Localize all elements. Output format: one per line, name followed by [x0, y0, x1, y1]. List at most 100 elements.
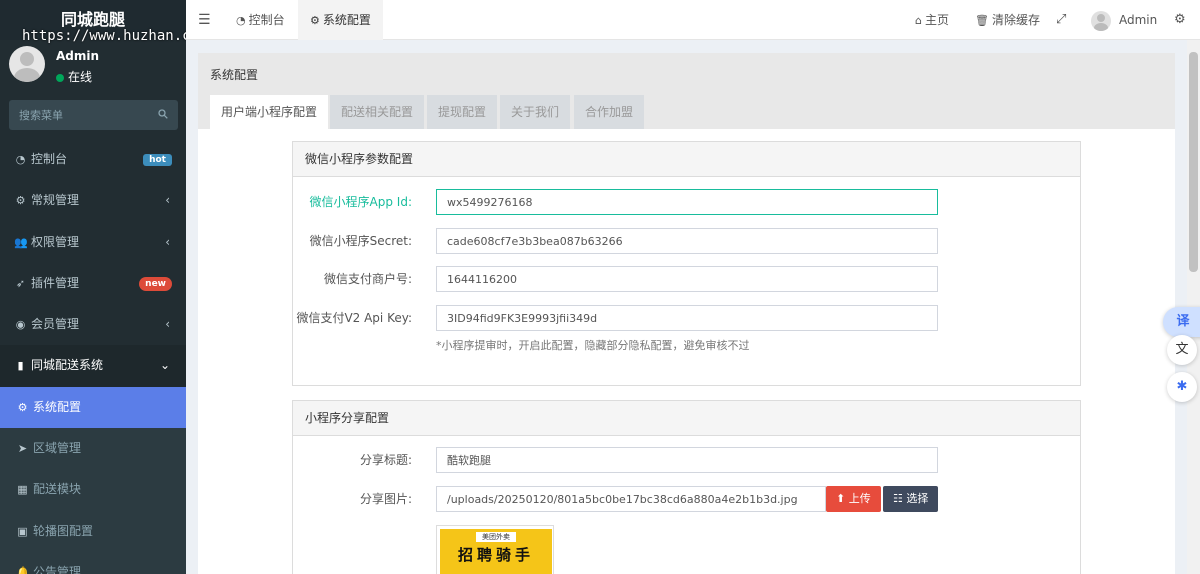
tab-delivery-config[interactable]: 配送相关配置 — [330, 95, 425, 129]
sidebar-item-plugins[interactable]: ➶ 插件管理 new — [0, 263, 186, 304]
preview-logo: 美团外卖 — [476, 532, 516, 542]
upload-button[interactable]: ⬆ 上传 — [826, 486, 881, 512]
dashboard-icon: ◔ — [15, 153, 26, 166]
main-content: 系统配置 用户端小程序配置 配送相关配置 提现配置 关于我们 合作加盟 微信小程… — [198, 53, 1175, 574]
hot-badge: hot — [143, 154, 172, 166]
rocket-icon: ➶ — [15, 276, 26, 290]
clear-cache-button[interactable]: 🗑 清除缓存 — [975, 0, 1040, 40]
upload-label: 上传 — [848, 492, 871, 505]
menu-label: 插件管理 — [31, 275, 80, 290]
tab-system-config[interactable]: ⚙ 系统配置 — [298, 0, 383, 40]
share-config-panel: 小程序分享配置 分享标题: 分享图片: ⬆ 上传 ☷ 选择 美团外卖 招聘骑手 — [292, 400, 1081, 574]
cogs-icon: ⚙ — [15, 194, 26, 208]
chevron-left-icon: ‹ — [165, 193, 170, 208]
sidebar-item-delivery-system[interactable]: ▮ 同城配送系统 ⌄ — [0, 345, 186, 387]
cogs-icon: ⚙ — [17, 400, 28, 414]
user-menu[interactable]: Admin — [1091, 0, 1157, 40]
tab-miniapp-config[interactable]: 用户端小程序配置 — [210, 95, 329, 129]
bars-icon: ☰ — [198, 12, 211, 28]
expand-icon: ⤢ — [1056, 12, 1067, 27]
secret-label: 微信小程序Secret: — [309, 234, 412, 248]
search-icon[interactable] — [158, 109, 168, 119]
tab-partnership[interactable]: 合作加盟 — [574, 95, 645, 129]
sidebar-item-members[interactable]: ◉ 会员管理 ‹ — [0, 304, 186, 345]
api-key-label: 微信支付V2 Api Key: — [296, 311, 412, 325]
menu-label: 权限管理 — [31, 234, 80, 249]
appid-input[interactable] — [436, 189, 938, 215]
chevron-left-icon: ‹ — [165, 317, 170, 332]
chevron-down-icon: ⌄ — [159, 358, 170, 373]
status-label: 在线 — [68, 70, 93, 84]
select-label: 选择 — [906, 492, 929, 505]
preview-text: 招聘骑手 — [457, 546, 534, 564]
menu-label: 配送模块 — [33, 482, 82, 497]
sidebar-item-system-config[interactable]: ⚙ 系统配置 — [0, 386, 186, 429]
menu-label: 公告管理 — [33, 564, 82, 574]
appid-row: 微信小程序App Id: — [293, 189, 1082, 215]
scroll-thumb[interactable] — [1189, 52, 1198, 272]
top-navbar: ☰ ◔ 控制台 ⚙ 系统配置 ⌂ 主页 🗑 清除缓存 ⤢ Admin ⚙ — [186, 0, 1200, 40]
th-large-icon: ▦ — [17, 483, 28, 497]
tab-label: 系统配置 — [322, 13, 371, 27]
sidebar-item-notice[interactable]: 🔔 公告管理 — [0, 551, 186, 574]
select-button[interactable]: ☷ 选择 — [883, 486, 939, 512]
menu-label: 常规管理 — [31, 193, 80, 208]
sidebar-item-region[interactable]: ➤ 区域管理 — [0, 428, 186, 470]
content-header: 系统配置 用户端小程序配置 配送相关配置 提现配置 关于我们 合作加盟 — [198, 53, 1175, 129]
sidebar-menu: ◔ 控制台 hot ⚙ 常规管理 ‹ 👥 权限管理 ‹ ➶ 插件管理 new ◉ 会员管理 ‹ ▮ 同… — [0, 139, 186, 574]
menu-label: 区域管理 — [33, 441, 82, 456]
tab-dashboard[interactable]: ◔ 控制台 — [226, 0, 295, 40]
merchant-id-row: 微信支付商户号: — [293, 266, 1082, 292]
sidebar-item-permission[interactable]: 👥 权限管理 ‹ — [0, 222, 186, 263]
api-key-input[interactable] — [436, 305, 938, 331]
share-image-label: 分享图片: — [359, 492, 412, 506]
user-menu-label: Admin — [1119, 13, 1158, 27]
assistant-icon[interactable]: ✱ — [1167, 372, 1197, 402]
share-image-input[interactable] — [436, 486, 826, 512]
api-key-row: 微信支付V2 Api Key: — [293, 305, 1082, 331]
avatar — [1091, 10, 1111, 31]
merchant-id-label: 微信支付商户号: — [323, 272, 412, 286]
user-status: 在线 — [56, 68, 92, 85]
language-icon[interactable]: 文 — [1167, 335, 1197, 365]
book-icon: ▮ — [17, 359, 24, 373]
review-help-text: *小程序提审时，开启此配置，隐藏部分隐私配置，避免审核不过 — [436, 339, 750, 352]
dashboard-icon: ◔ — [236, 14, 246, 27]
page-title: 系统配置 — [210, 68, 259, 82]
miniapp-config-panel: 微信小程序参数配置 微信小程序App Id: 微信小程序Secret: 微信支付… — [292, 141, 1081, 386]
sidebar-item-carousel[interactable]: ▣ 轮播图配置 — [0, 510, 186, 552]
trash-icon: 🗑 — [975, 14, 989, 27]
merchant-id-input[interactable] — [436, 266, 938, 292]
new-badge: new — [139, 276, 172, 291]
watermark-text: https://www.huzhan.com/ishop43604 — [22, 28, 186, 44]
menu-toggle-button[interactable]: ☰ — [198, 0, 211, 40]
appid-label: 微信小程序App Id: — [309, 195, 412, 209]
tab-about-us[interactable]: 关于我们 — [500, 95, 571, 129]
translate-button[interactable]: 译 — [1163, 307, 1200, 337]
share-title-input[interactable] — [436, 447, 938, 473]
clear-cache-label: 清除缓存 — [991, 13, 1040, 27]
tab-withdraw-config[interactable]: 提现配置 — [427, 95, 498, 129]
chevron-left-icon: ‹ — [165, 234, 170, 249]
settings-button[interactable]: ⚙ — [1174, 0, 1186, 40]
upload-icon: ⬆ — [836, 492, 849, 505]
secret-input[interactable] — [436, 228, 938, 254]
share-image-preview[interactable]: 美团外卖 招聘骑手 — [436, 525, 554, 574]
home-link[interactable]: ⌂ 主页 — [915, 0, 949, 40]
sidebar-item-dashboard[interactable]: ◔ 控制台 hot — [0, 139, 186, 180]
menu-label: 同城配送系统 — [31, 358, 104, 373]
share-title-label: 分享标题: — [359, 453, 412, 467]
tab-label: 控制台 — [248, 13, 285, 27]
menu-search-input[interactable] — [9, 100, 149, 130]
location-arrow-icon: ➤ — [17, 442, 28, 456]
sidebar-item-general[interactable]: ⚙ 常规管理 ‹ — [0, 180, 186, 221]
menu-label: 控制台 — [31, 152, 68, 166]
online-dot-icon — [56, 73, 64, 82]
fullscreen-button[interactable]: ⤢ — [1056, 0, 1066, 40]
cogs-icon: ⚙ — [1174, 12, 1186, 27]
home-label: 主页 — [924, 13, 949, 27]
menu-label: 系统配置 — [33, 399, 82, 414]
user-name: Admin — [56, 49, 100, 63]
sidebar-item-delivery-module[interactable]: ▦ 配送模块 — [0, 469, 186, 511]
secret-row: 微信小程序Secret: — [293, 228, 1082, 254]
